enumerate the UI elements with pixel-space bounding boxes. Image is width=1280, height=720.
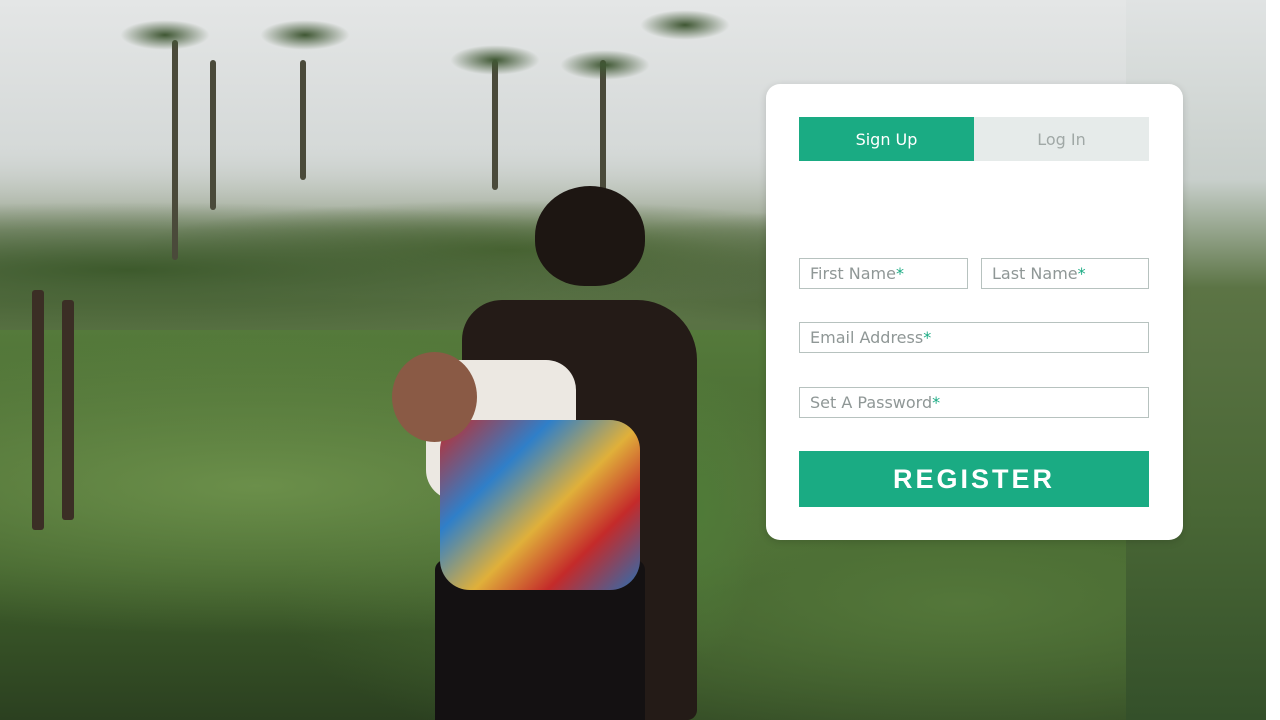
register-button[interactable]: REGISTER xyxy=(799,451,1149,507)
email-placeholder: Email Address xyxy=(810,328,924,347)
required-marker: * xyxy=(895,264,904,283)
last-name-placeholder: Last Name xyxy=(992,264,1078,283)
palm-trunk xyxy=(300,60,306,180)
first-name-placeholder: First Name xyxy=(810,264,896,283)
palm-frond xyxy=(120,20,210,50)
password-placeholder: Set A Password xyxy=(810,393,933,412)
palm-frond xyxy=(260,20,350,50)
signup-card: Sign Up Log In First Name * Last Name * Em… xyxy=(766,84,1183,540)
palm-frond xyxy=(640,10,730,40)
palm-frond xyxy=(560,50,650,80)
required-marker: * xyxy=(932,393,941,412)
password-field[interactable]: Set A Password * xyxy=(799,387,1149,418)
last-name-field[interactable]: Last Name * xyxy=(981,258,1149,289)
required-marker: * xyxy=(1077,264,1086,283)
baby-wrap-cloth xyxy=(440,420,640,590)
required-marker: * xyxy=(923,328,932,347)
tab-sign-up[interactable]: Sign Up xyxy=(799,117,974,161)
tab-log-in[interactable]: Log In xyxy=(974,117,1149,161)
woman-head xyxy=(535,186,645,286)
palm-trunk xyxy=(492,60,498,190)
palm-trunk xyxy=(210,60,216,210)
palm-frond xyxy=(450,45,540,75)
window-edge-bar xyxy=(1266,0,1280,720)
auth-tabs: Sign Up Log In xyxy=(799,117,1149,161)
palm-trunk xyxy=(172,40,178,260)
first-name-field[interactable]: First Name * xyxy=(799,258,968,289)
tree-stump xyxy=(32,290,44,530)
tree-stump xyxy=(62,300,74,520)
email-field[interactable]: Email Address * xyxy=(799,322,1149,353)
baby-head xyxy=(392,352,477,442)
